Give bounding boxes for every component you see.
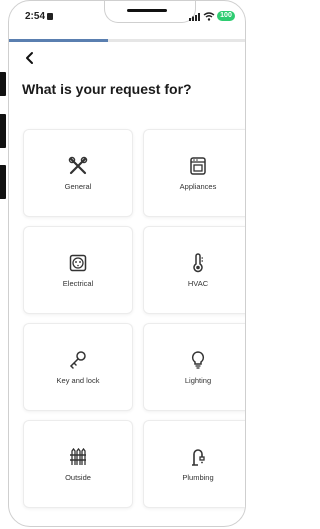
device-side-button — [0, 165, 6, 199]
fence-icon — [70, 447, 86, 465]
phone-frame: 2:54 100 What is your request for? Gener… — [8, 0, 246, 527]
wifi-icon — [203, 12, 215, 21]
category-card-electrical[interactable]: Electrical — [23, 226, 133, 314]
oven-icon — [190, 156, 206, 175]
status-time: 2:54 — [25, 11, 46, 22]
faucet-icon — [192, 448, 205, 466]
lock-icon — [47, 13, 53, 20]
category-label: HVAC — [187, 278, 209, 288]
progress-fill — [9, 39, 109, 42]
category-card-outside[interactable]: Outside — [23, 420, 133, 508]
category-card-hvac[interactable]: HVAC — [143, 226, 245, 314]
outlet-icon — [69, 254, 87, 271]
device-side-button — [0, 114, 6, 148]
battery-icon: 100 — [217, 11, 235, 21]
back-chevron-icon[interactable] — [23, 51, 37, 65]
category-label: General — [64, 181, 92, 191]
lightbulb-icon — [191, 350, 205, 369]
progress-bar — [9, 39, 245, 42]
category-label: Key and lock — [56, 375, 100, 385]
category-grid: General Appliances Electrical HVAC Key a… — [23, 129, 245, 508]
page-title: What is your request for? — [22, 81, 192, 97]
category-label: Electrical — [62, 278, 94, 288]
category-label: Outside — [65, 472, 91, 482]
device-side-button — [0, 72, 6, 96]
thermometer-icon — [193, 252, 203, 272]
category-card-plumbing[interactable]: Plumbing — [143, 420, 245, 508]
category-label: Plumbing — [182, 472, 214, 482]
key-icon — [69, 350, 86, 369]
category-card-lighting[interactable]: Lighting — [143, 323, 245, 411]
category-card-general[interactable]: General — [23, 129, 133, 217]
status-bar: 2:54 100 — [9, 9, 245, 29]
tools-icon — [68, 156, 88, 174]
category-label: Appliances — [179, 181, 217, 191]
signal-icon — [189, 13, 200, 21]
category-card-key-and-lock[interactable]: Key and lock — [23, 323, 133, 411]
category-card-appliances[interactable]: Appliances — [143, 129, 245, 217]
category-label: Lighting — [184, 375, 212, 385]
